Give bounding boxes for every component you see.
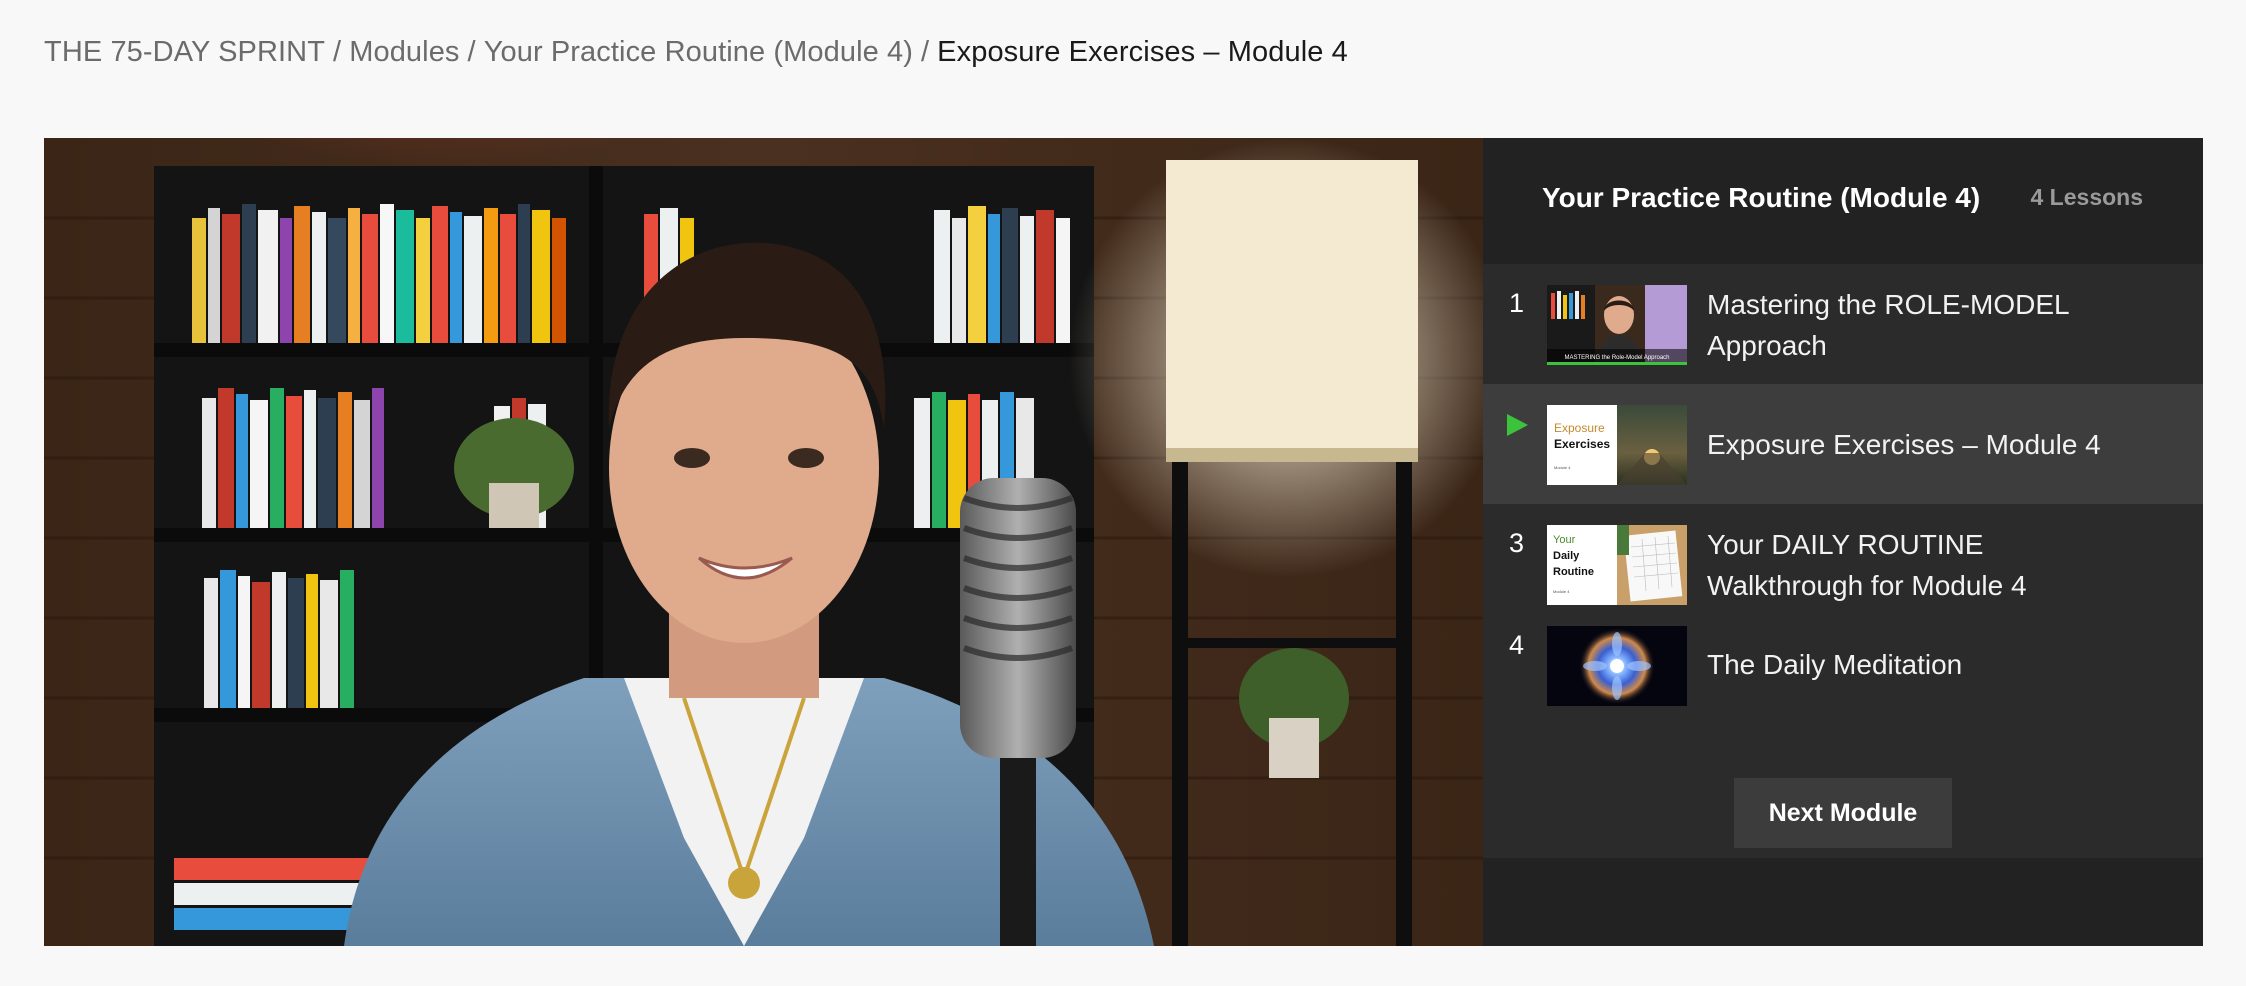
breadcrumb-course[interactable]: THE 75-DAY SPRINT xyxy=(44,36,325,68)
lesson-list: 1 MASTERING the Role-Model Approach Mast… xyxy=(1483,264,2203,858)
lesson-thumbnail xyxy=(1547,626,1687,706)
lesson-item[interactable]: 4 The Daily Meditation xyxy=(1483,624,2203,744)
breadcrumb-separator: / xyxy=(921,36,930,68)
lesson-thumbnail: MASTERING the Role-Model Approach xyxy=(1547,285,1687,365)
play-icon xyxy=(1507,414,1528,436)
lesson-title: Exposure Exercises – Module 4 xyxy=(1707,429,2101,460)
thumbnail-caption: Module 4 xyxy=(1554,465,1571,470)
next-module-button[interactable]: Next Module xyxy=(1734,778,1952,848)
thumbnail-caption: MASTERING the Role-Model Approach xyxy=(1564,355,1669,361)
thumbnail-caption: Routine xyxy=(1553,566,1594,578)
lesson-number: 1 xyxy=(1509,288,1525,318)
breadcrumb-separator: / xyxy=(333,36,342,68)
lesson-title: Your DAILY ROUTINE Walkthrough for Modul… xyxy=(1707,529,2027,601)
lesson-thumbnail: Your Daily Routine Module 4 xyxy=(1547,525,1687,605)
breadcrumb-current: Exposure Exercises – Module 4 xyxy=(937,36,1348,68)
lesson-number: 3 xyxy=(1509,528,1525,558)
thumbnail-caption: Your xyxy=(1553,534,1576,546)
breadcrumb: THE 75-DAY SPRINT / Modules / Your Practice … xyxy=(44,36,1348,69)
lesson-title: Mastering the ROLE-MODEL Approach xyxy=(1707,289,2069,361)
thumbnail-caption: Daily xyxy=(1553,550,1580,562)
lesson-title: The Daily Meditation xyxy=(1707,649,1963,680)
lesson-thumbnail: Exposure Exercises Module 4 xyxy=(1547,405,1687,485)
breadcrumb-module[interactable]: Your Practice Routine (Module 4) xyxy=(484,36,913,68)
sidebar-header: Your Practice Routine (Module 4) 4 Lesso… xyxy=(1483,138,2203,264)
breadcrumb-modules[interactable]: Modules xyxy=(349,36,459,68)
video-frame xyxy=(44,138,1483,946)
lesson-item-active[interactable]: Exposure Exercises Module 4 Exposure Exe… xyxy=(1483,384,2203,504)
lesson-count: 4 Lessons xyxy=(2030,184,2144,210)
module-title: Your Practice Routine (Module 4) xyxy=(1542,182,1981,213)
breadcrumb-separator: / xyxy=(467,36,476,68)
lesson-sidebar: Your Practice Routine (Module 4) 4 Lesso… xyxy=(1483,138,2203,946)
thumbnail-caption: Exercises xyxy=(1554,437,1610,451)
thumbnail-caption: Module 4 xyxy=(1553,589,1570,594)
lesson-item[interactable]: 1 MASTERING the Role-Model Approach Mast… xyxy=(1483,264,2203,384)
thumbnail-caption: Exposure xyxy=(1554,421,1605,435)
lesson-number: 4 xyxy=(1509,630,1525,660)
lesson-item[interactable]: 3 Your Daily Routine Module 4 Your DAILY… xyxy=(1483,504,2203,624)
video-player[interactable] xyxy=(44,138,1483,946)
